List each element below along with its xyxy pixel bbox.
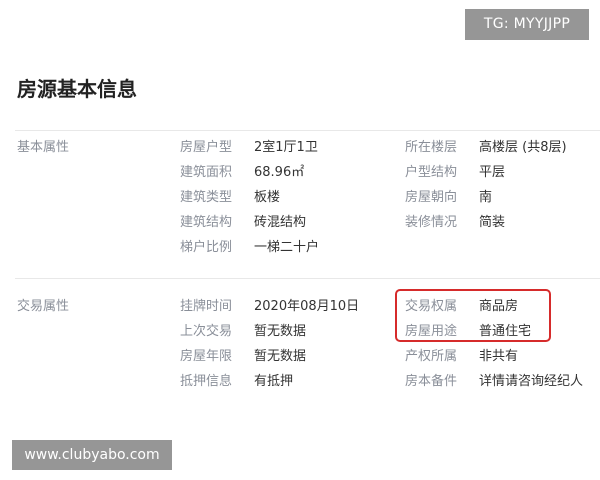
field-key: 抵押信息 bbox=[180, 374, 233, 389]
field-value: 暂无数据 bbox=[254, 324, 307, 339]
watermark-bottom: www.clubyabo.com bbox=[12, 440, 172, 470]
field-key: 房屋户型 bbox=[180, 140, 233, 155]
field-key: 建筑类型 bbox=[180, 190, 233, 205]
field-value: 简装 bbox=[479, 215, 506, 230]
field-key: 产权所属 bbox=[405, 349, 458, 364]
field-value: 非共有 bbox=[479, 349, 519, 364]
section-label-basic: 基本属性 bbox=[17, 140, 70, 155]
highlight-annotation-box bbox=[395, 289, 551, 342]
field-key: 梯户比例 bbox=[180, 240, 233, 255]
field-key: 建筑结构 bbox=[180, 215, 233, 230]
field-value: 68.96㎡ bbox=[254, 165, 305, 180]
section-label-transaction: 交易属性 bbox=[17, 299, 70, 314]
field-value: 暂无数据 bbox=[254, 349, 307, 364]
field-key: 挂牌时间 bbox=[180, 299, 233, 314]
field-key: 房本备件 bbox=[405, 374, 458, 389]
field-value: 2020年08月10日 bbox=[254, 299, 360, 314]
page-title: 房源基本信息 bbox=[17, 77, 137, 101]
field-key: 建筑面积 bbox=[180, 165, 233, 180]
field-key: 户型结构 bbox=[405, 165, 458, 180]
field-value: 有抵押 bbox=[254, 374, 294, 389]
field-key: 上次交易 bbox=[180, 324, 233, 339]
field-key: 房屋年限 bbox=[180, 349, 233, 364]
field-value: 一梯二十户 bbox=[254, 240, 320, 255]
field-key: 所在楼层 bbox=[405, 140, 458, 155]
field-value: 平层 bbox=[479, 165, 506, 180]
field-value: 南 bbox=[479, 190, 493, 205]
section-divider bbox=[15, 130, 600, 131]
field-key: 房屋朝向 bbox=[405, 190, 458, 205]
watermark-top: TG: MYYJJPP bbox=[465, 9, 589, 40]
field-key: 装修情况 bbox=[405, 215, 458, 230]
field-value: 高楼层 (共8层) bbox=[479, 140, 567, 155]
field-value: 详情请咨询经纪人 bbox=[479, 374, 584, 389]
section-divider bbox=[15, 278, 600, 279]
field-value: 砖混结构 bbox=[254, 215, 307, 230]
field-value: 板楼 bbox=[254, 190, 281, 205]
field-value: 2室1厅1卫 bbox=[254, 140, 318, 155]
